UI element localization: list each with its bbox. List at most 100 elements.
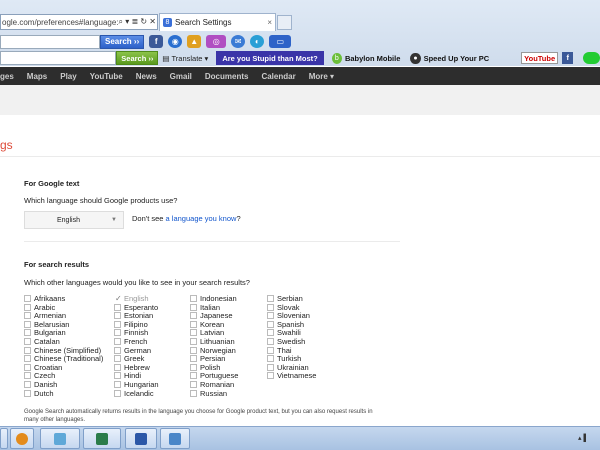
facebook-button-icon[interactable]: f bbox=[562, 52, 574, 64]
address-bar[interactable]: ogle.com/preferences#language: ⌕ ▾ ≣ ↻ ✕ bbox=[0, 14, 158, 30]
speedup-link[interactable]: Speed Up Your PC bbox=[424, 54, 490, 63]
games-icon[interactable]: ◎ bbox=[206, 35, 227, 48]
language-checkbox[interactable] bbox=[190, 363, 197, 371]
language-checkbox[interactable] bbox=[24, 381, 31, 388]
language-checkbox[interactable] bbox=[190, 346, 197, 354]
network-icon[interactable]: ◉ bbox=[168, 35, 183, 48]
gbar-documents[interactable]: Documents bbox=[205, 72, 249, 81]
language-checkbox[interactable] bbox=[24, 389, 31, 397]
gbar-calendar[interactable]: Calendar bbox=[261, 72, 295, 81]
language-checkbox[interactable] bbox=[190, 372, 197, 380]
gbar-maps[interactable]: Maps bbox=[27, 72, 47, 81]
youtube-button[interactable]: YouTube bbox=[521, 52, 559, 64]
taskbar-media-button[interactable] bbox=[10, 428, 34, 449]
globe-icon[interactable]: ◐ bbox=[250, 35, 265, 48]
translate-icon: ▤ bbox=[162, 53, 170, 63]
toolbar-search-button[interactable]: Search ›› bbox=[100, 34, 145, 49]
new-tab-button[interactable] bbox=[277, 15, 292, 30]
address-url[interactable]: ogle.com/preferences#language: bbox=[2, 18, 118, 27]
language-checkbox[interactable] bbox=[114, 389, 121, 397]
language-checkbox[interactable] bbox=[24, 329, 31, 337]
language-checkbox[interactable] bbox=[114, 303, 121, 311]
language-checkbox[interactable]: ✓ bbox=[114, 295, 122, 303]
language-option[interactable]: Dutch bbox=[24, 389, 54, 398]
toolbar2-search-button[interactable]: Search ›› bbox=[116, 51, 159, 65]
language-checkbox[interactable] bbox=[190, 303, 197, 311]
gbar-images[interactable]: ges bbox=[0, 72, 14, 81]
taskbar-notes-button[interactable] bbox=[40, 428, 80, 449]
language-checkbox[interactable] bbox=[24, 363, 31, 371]
language-checkbox[interactable] bbox=[114, 381, 121, 388]
gbar-youtube[interactable]: YouTube bbox=[90, 72, 123, 81]
language-checkbox[interactable] bbox=[267, 320, 274, 328]
for-search-results-heading: For search results bbox=[24, 260, 90, 269]
language-checkbox[interactable] bbox=[267, 346, 274, 354]
gbar-play[interactable]: Play bbox=[60, 72, 76, 81]
language-checkbox[interactable] bbox=[114, 346, 121, 354]
gbar-gmail[interactable]: Gmail bbox=[170, 72, 192, 81]
tray-arrow-icon[interactable]: ▴ ▌ bbox=[578, 434, 588, 442]
gbar-more[interactable]: More ▾ bbox=[309, 72, 334, 81]
chevron-down-icon: ▼ bbox=[111, 217, 117, 223]
language-checkbox[interactable] bbox=[114, 355, 121, 363]
language-checkbox[interactable] bbox=[24, 295, 31, 302]
language-checkbox[interactable] bbox=[24, 312, 31, 320]
language-checkbox[interactable] bbox=[267, 355, 274, 363]
language-checkbox[interactable] bbox=[24, 372, 31, 380]
language-option[interactable]: Vietnamese bbox=[267, 371, 316, 380]
language-checkbox[interactable] bbox=[190, 389, 197, 397]
tab-search-settings[interactable]: 8 Search Settings × bbox=[159, 13, 276, 31]
taskbar-button-edge[interactable] bbox=[0, 428, 8, 449]
language-option[interactable]: Russian bbox=[190, 389, 227, 398]
language-checkbox[interactable] bbox=[190, 381, 197, 388]
stupid-button[interactable]: Are you Stupid than Most? bbox=[216, 51, 324, 65]
language-checkbox[interactable] bbox=[267, 329, 274, 337]
language-checkbox[interactable] bbox=[114, 338, 121, 345]
language-checkbox[interactable] bbox=[267, 363, 274, 371]
babylon-link[interactable]: Babylon Mobile bbox=[345, 54, 400, 63]
tab-close-icon[interactable]: × bbox=[267, 18, 272, 27]
language-checkbox[interactable] bbox=[190, 338, 197, 345]
language-checkbox[interactable] bbox=[24, 338, 31, 345]
mail-icon[interactable]: ✉ bbox=[231, 35, 246, 48]
address-icons[interactable]: ⌕ ▾ ≣ ↻ ✕ bbox=[118, 17, 158, 27]
taskbar-word-button[interactable] bbox=[125, 428, 157, 449]
language-link[interactable]: a language you know bbox=[166, 214, 237, 223]
language-checkbox[interactable] bbox=[24, 320, 31, 328]
language-checkbox[interactable] bbox=[267, 372, 274, 380]
taskbar-screen-button[interactable] bbox=[160, 428, 190, 449]
language-checkbox[interactable] bbox=[267, 295, 274, 302]
language-checkbox[interactable] bbox=[190, 312, 197, 320]
footnote-text: Google Search automatically returns resu… bbox=[24, 409, 373, 423]
language-checkbox[interactable] bbox=[114, 363, 121, 371]
language-checkbox[interactable] bbox=[24, 303, 31, 311]
toolbar-search-input[interactable] bbox=[0, 34, 100, 49]
facebook-icon[interactable]: f bbox=[149, 35, 164, 48]
language-label: Dutch bbox=[34, 388, 54, 398]
language-checkbox[interactable] bbox=[190, 320, 197, 328]
language-checkbox[interactable] bbox=[114, 329, 121, 337]
screen-icon bbox=[169, 432, 181, 445]
language-option[interactable]: Icelandic bbox=[114, 389, 154, 398]
warning-icon[interactable]: ▲ bbox=[187, 35, 202, 48]
language-checkbox[interactable] bbox=[114, 320, 121, 328]
tv-icon[interactable]: ▭ bbox=[269, 35, 292, 48]
language-checkbox[interactable] bbox=[24, 346, 31, 354]
language-checkbox[interactable] bbox=[190, 295, 197, 302]
language-checkbox[interactable] bbox=[190, 329, 197, 337]
toolbar2-search-input[interactable] bbox=[0, 51, 117, 65]
language-checkbox[interactable] bbox=[114, 372, 121, 380]
extension-icon[interactable] bbox=[583, 52, 600, 64]
language-checkbox[interactable] bbox=[24, 355, 31, 363]
language-dropdown[interactable]: English ▼ bbox=[24, 211, 124, 229]
language-checkbox[interactable] bbox=[114, 312, 121, 320]
dont-see-suffix: ? bbox=[236, 214, 241, 223]
tab-title: Search Settings bbox=[175, 18, 232, 27]
language-checkbox[interactable] bbox=[267, 303, 274, 311]
language-checkbox[interactable] bbox=[267, 338, 274, 345]
translate-button[interactable]: ▤ Translate ▾ bbox=[162, 54, 208, 63]
gbar-news[interactable]: News bbox=[136, 72, 157, 81]
taskbar-window-button[interactable] bbox=[83, 428, 121, 449]
language-checkbox[interactable] bbox=[267, 312, 274, 320]
language-checkbox[interactable] bbox=[190, 355, 197, 363]
